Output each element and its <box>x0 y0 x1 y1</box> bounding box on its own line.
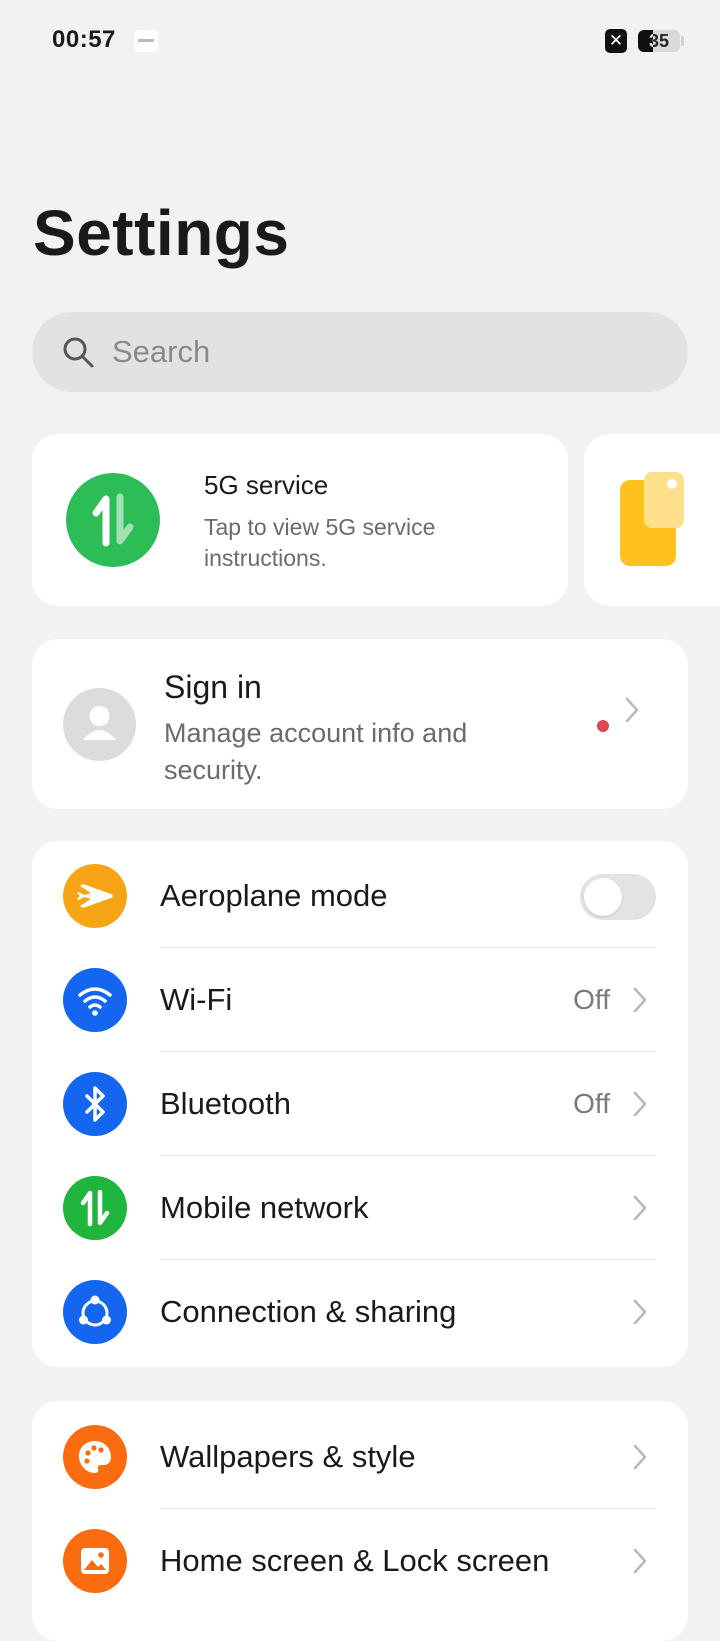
row-mobile-network[interactable]: Mobile network <box>32 1156 688 1260</box>
search-input[interactable] <box>112 312 652 392</box>
toggle-knob <box>584 878 622 916</box>
search-bar[interactable] <box>32 312 688 392</box>
data-arrows-icon <box>66 473 160 567</box>
row-wallpapers-style[interactable]: Wallpapers & style <box>32 1405 688 1509</box>
wifi-icon <box>63 968 127 1032</box>
promo-card-5g[interactable]: 5G service Tap to view 5G service instru… <box>32 434 568 606</box>
battery-tip <box>681 36 684 46</box>
promo-title: 5G service <box>204 470 329 500</box>
avatar <box>63 688 136 761</box>
row-bluetooth[interactable]: Bluetooth Off <box>32 1052 688 1156</box>
wifi-status: Off <box>573 984 610 1015</box>
chevron-right-icon <box>633 1444 647 1470</box>
chevron-right-icon <box>633 1091 647 1117</box>
row-label: Aeroplane mode <box>160 878 388 913</box>
account-title: Sign in <box>164 669 262 705</box>
bluetooth-status: Off <box>573 1088 610 1119</box>
sim-x-icon: ✕ <box>605 29 627 53</box>
row-label: Mobile network <box>160 1190 369 1225</box>
data-arrows-icon <box>63 1176 127 1240</box>
airplane-icon <box>63 864 127 928</box>
promo-card-next[interactable] <box>584 434 720 606</box>
account-description: Manage account info and security. <box>164 718 468 785</box>
share-icon <box>63 1280 127 1344</box>
account-card[interactable]: Sign in Manage account info and security… <box>32 639 688 809</box>
bluetooth-icon <box>63 1072 127 1136</box>
battery-icon: 35 <box>638 30 680 52</box>
picture-icon <box>63 1529 127 1593</box>
connectivity-section: Aeroplane mode Wi-Fi Off Bluetooth Off M… <box>32 841 688 1367</box>
row-connection-sharing[interactable]: Connection & sharing <box>32 1260 688 1364</box>
chevron-right-icon <box>633 1195 647 1221</box>
status-bar: 00:57 ✕ 35 <box>0 0 720 84</box>
row-label: Bluetooth <box>160 1086 291 1121</box>
chevron-right-icon <box>633 987 647 1013</box>
row-label: Wallpapers & style <box>160 1439 416 1474</box>
chevron-right-icon <box>633 1548 647 1574</box>
phone-clone-icon <box>620 472 684 566</box>
row-label: Home screen & Lock screen <box>160 1543 550 1578</box>
user-icon <box>83 706 116 740</box>
personalization-section: Wallpapers & style Home screen & Lock sc… <box>32 1401 688 1641</box>
notification-dot <box>597 720 609 732</box>
status-time: 00:57 <box>52 26 116 53</box>
row-label: Connection & sharing <box>160 1294 457 1329</box>
search-icon <box>63 337 94 368</box>
battery-level: 35 <box>648 31 670 51</box>
aeroplane-mode-toggle[interactable] <box>580 874 656 920</box>
row-label: Wi-Fi <box>160 982 233 1017</box>
palette-icon <box>63 1425 127 1489</box>
chevron-right-icon <box>633 1299 647 1325</box>
chevron-right-icon <box>625 697 639 723</box>
row-aeroplane-mode[interactable]: Aeroplane mode <box>32 844 688 948</box>
promo-description: Tap to view 5G service instructions. <box>204 514 436 571</box>
page-title: Settings <box>33 197 290 269</box>
notification-thumbnail-icon <box>134 30 158 52</box>
row-home-lock-screen[interactable]: Home screen & Lock screen <box>32 1509 688 1613</box>
row-wifi[interactable]: Wi-Fi Off <box>32 948 688 1052</box>
